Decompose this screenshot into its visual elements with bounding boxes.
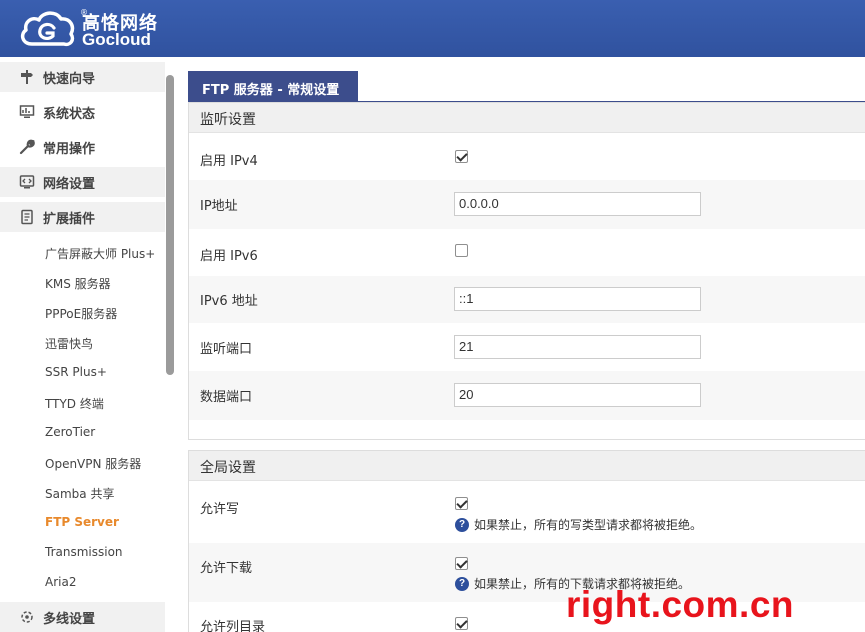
ipv6-address-input[interactable]: ::1 [454, 287, 701, 311]
listen-port-row: 监听端口 21 [189, 323, 865, 371]
brand-name-en: Gocloud [82, 30, 151, 49]
ipv6-address-row: IPv6 地址 ::1 [189, 276, 865, 323]
brand-logo[interactable]: ® 高恪网络 Gocloud [14, 6, 164, 52]
sidebar-sub-item[interactable]: Aria2 [45, 575, 76, 589]
sidebar-item-system-status[interactable]: 系统状态 [0, 97, 165, 127]
field-label: IP地址 [200, 199, 238, 214]
sidebar-item-label: 扩展插件 [43, 211, 96, 227]
sidebar-sub-item[interactable]: KMS 服务器 [45, 275, 111, 292]
write-hint: ? 如果禁止，所有的写类型请求都将被拒绝。 [455, 516, 702, 533]
sidebar-sub-item-active[interactable]: FTP Server [45, 515, 119, 529]
site-watermark: right.com.cn [566, 584, 795, 625]
field-label: 监听端口 [200, 342, 253, 357]
sidebar-item-label: 多线设置 [43, 611, 96, 627]
cloud-logo-icon [20, 11, 75, 47]
section-title: 监听设置 [189, 103, 865, 133]
sidebar-sub-item[interactable]: ZeroTier [45, 425, 95, 439]
sidebar-item-plugins[interactable]: 扩展插件 [0, 202, 165, 232]
field-label: 允许下载 [200, 561, 253, 576]
top-header: ® 高恪网络 Gocloud [0, 0, 865, 57]
enable-ipv6-checkbox[interactable] [455, 244, 468, 257]
monitor-icon [18, 104, 36, 120]
sidebar-sub-item[interactable]: OpenVPN 服务器 [45, 455, 141, 472]
multiline-icon [18, 609, 36, 625]
help-icon: ? [455, 576, 469, 591]
sidebar-item-label: 系统状态 [43, 106, 96, 122]
allow-list-checkbox[interactable] [455, 617, 468, 630]
allow-download-checkbox[interactable] [455, 557, 468, 570]
tab-general-settings[interactable]: FTP 服务器 - 常规设置 [188, 71, 358, 102]
sidebar-sub-item[interactable]: Samba 共享 [45, 485, 114, 502]
allow-write-checkbox[interactable] [455, 497, 468, 510]
sidebar-item-label: 网络设置 [43, 176, 96, 192]
help-icon: ? [455, 517, 469, 532]
field-label: 允许列目录 [200, 620, 266, 632]
ip-address-input[interactable]: 0.0.0.0 [454, 192, 701, 216]
data-port-row: 数据端口 20 [189, 371, 865, 420]
sidebar-scrollbar[interactable] [166, 75, 174, 375]
section-title: 全局设置 [189, 451, 865, 481]
field-label: 启用 IPv4 [200, 154, 258, 169]
enable-ipv4-checkbox[interactable] [455, 150, 468, 163]
sidebar-item-network[interactable]: 网络设置 [0, 167, 165, 197]
sidebar-item-label: 常用操作 [43, 141, 96, 157]
sidebar-sub-item[interactable]: SSR Plus+ [45, 365, 107, 379]
data-port-input[interactable]: 20 [454, 383, 701, 407]
sidebar-item-common-ops[interactable]: 常用操作 [0, 132, 165, 162]
sidebar-item-quick-guide[interactable]: 快速向导 [0, 62, 165, 92]
allow-write-row: 允许写 ? 如果禁止，所有的写类型请求都将被拒绝。 [189, 482, 865, 543]
sidebar-sub-item[interactable]: 广告屏蔽大师 Plus+ [45, 245, 155, 262]
hint-text: 如果禁止，所有的写类型请求都将被拒绝。 [474, 518, 703, 532]
sidebar-sub-item[interactable]: TTYD 终端 [45, 395, 104, 412]
sidebar-item-label: 快速向导 [43, 71, 96, 87]
network-icon [18, 174, 36, 190]
sidebar-sub-item[interactable]: 迅雷快鸟 [45, 335, 93, 352]
signpost-icon [18, 69, 36, 85]
field-label: 数据端口 [200, 390, 253, 405]
sidebar-sub-item[interactable]: Transmission [45, 545, 123, 559]
wrench-icon [18, 139, 36, 155]
ipv4-row: 启用 IPv4 [189, 134, 865, 180]
sidebar-item-multiline[interactable]: 多线设置 [0, 602, 165, 632]
ip-address-row: IP地址 0.0.0.0 [189, 180, 865, 229]
plugin-icon [18, 209, 36, 225]
ipv6-row: 启用 IPv6 [189, 229, 865, 276]
field-label: IPv6 地址 [200, 294, 258, 309]
field-label: 允许写 [200, 502, 240, 517]
listen-settings-section: 监听设置 启用 IPv4 IP地址 0.0.0.0 启用 IPv6 IPv6 地… [188, 102, 865, 440]
sidebar: 快速向导 系统状态 常用操作 网络设置 扩展插件 广告屏蔽大师 Plus+ KM… [0, 57, 175, 632]
listen-port-input[interactable]: 21 [454, 335, 701, 359]
sidebar-sub-item[interactable]: PPPoE服务器 [45, 305, 117, 322]
field-label: 启用 IPv6 [200, 249, 258, 264]
